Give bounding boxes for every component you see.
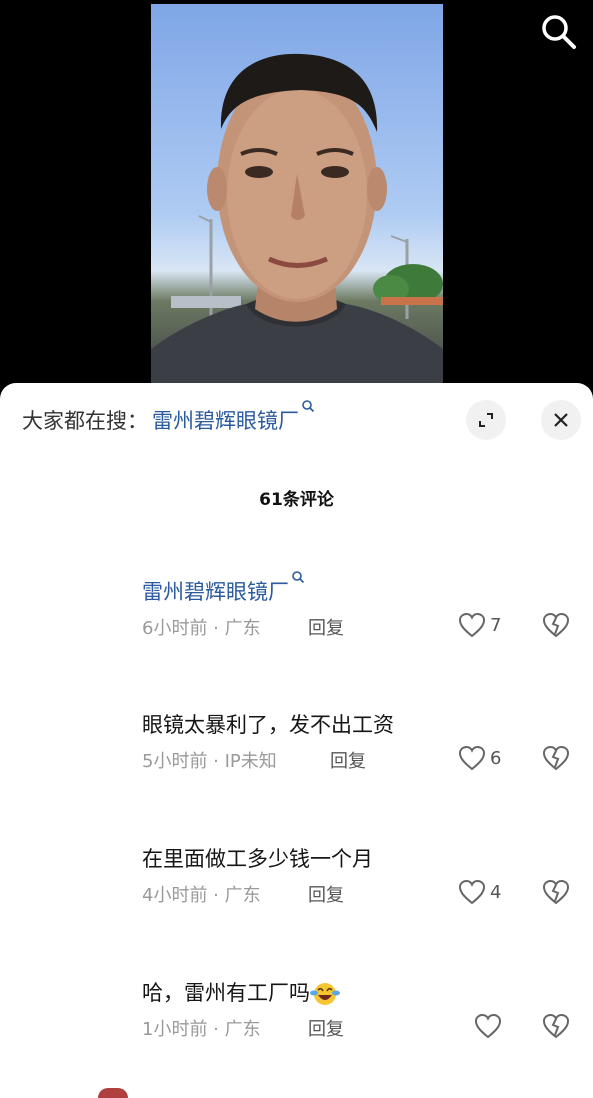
- video-player[interactable]: [0, 0, 593, 385]
- broken-heart-icon: [542, 612, 570, 638]
- search-icon: [542, 15, 576, 49]
- search-button[interactable]: [539, 12, 579, 52]
- broken-heart-icon: [542, 1013, 570, 1039]
- heart-icon: [458, 879, 486, 905]
- comment-text: 在里面做工多少钱一个月: [142, 847, 373, 871]
- dislike-button[interactable]: [542, 745, 570, 775]
- like-button[interactable]: 6: [458, 745, 501, 771]
- expand-icon: [479, 413, 493, 427]
- comment-item: 哈，雷州有工厂吗 1小时前 · 广东 回复: [0, 977, 593, 1087]
- search-icon: [292, 571, 305, 584]
- broken-heart-icon: [542, 745, 570, 771]
- hot-search-bar: 大家都在搜： 雷州碧辉眼镜厂: [22, 400, 315, 435]
- comment-text-content: 雷州碧辉眼镜厂: [142, 580, 289, 604]
- laughing-crying-emoji: [310, 983, 340, 1005]
- close-button[interactable]: [541, 400, 581, 440]
- video-frame[interactable]: [151, 4, 443, 385]
- reply-button[interactable]: 回复: [308, 1015, 344, 1041]
- like-count: 6: [490, 747, 502, 769]
- heart-icon: [458, 745, 486, 771]
- hot-search-keyword-text: 雷州碧辉眼镜厂: [152, 409, 299, 433]
- comment-text[interactable]: 雷州碧辉眼镜厂: [142, 571, 305, 606]
- comment-item: 眼镜太暴利了，发不出工资 5小时前 · IP未知 回复 6: [0, 709, 593, 819]
- heart-icon: [458, 612, 486, 638]
- like-button[interactable]: 4: [458, 879, 501, 905]
- dislike-button[interactable]: [542, 1013, 570, 1043]
- comment-meta: 1小时前 · 广东: [142, 1019, 261, 1040]
- hot-search-prefix: 大家都在搜：: [22, 409, 148, 433]
- expand-button[interactable]: [466, 400, 506, 440]
- comment-text-content: 哈，雷州有工厂吗: [142, 981, 310, 1005]
- search-icon: [302, 400, 315, 413]
- like-count: 7: [490, 614, 502, 636]
- hot-search-keyword[interactable]: 雷州碧辉眼镜厂: [152, 400, 315, 435]
- like-button[interactable]: 7: [458, 612, 501, 638]
- comment-text: 眼镜太暴利了，发不出工资: [142, 713, 394, 737]
- dislike-button[interactable]: [542, 612, 570, 642]
- avatar[interactable]: [98, 1088, 128, 1098]
- person-video-image: [151, 53, 443, 385]
- reply-button[interactable]: 回复: [308, 881, 344, 907]
- comment-meta: 6小时前 · 广东: [142, 618, 261, 639]
- comment-text: 哈，雷州有工厂吗: [142, 977, 340, 1007]
- like-button[interactable]: [474, 1013, 506, 1039]
- comment-item: 在里面做工多少钱一个月 4小时前 · 广东 回复 4: [0, 843, 593, 953]
- reply-button[interactable]: 回复: [308, 614, 344, 640]
- dislike-button[interactable]: [542, 879, 570, 909]
- comment-meta: 4小时前 · 广东: [142, 885, 261, 906]
- comment-meta: 5小时前 · IP未知: [142, 751, 277, 772]
- comments-count: 61条评论: [259, 490, 334, 510]
- reply-button[interactable]: 回复: [330, 747, 366, 773]
- comment-item: 雷州碧辉眼镜厂 6小时前 · 广东 回复 7: [0, 571, 593, 686]
- heart-icon: [474, 1013, 502, 1039]
- like-count: 4: [490, 881, 502, 903]
- broken-heart-icon: [542, 879, 570, 905]
- comment-sheet: 大家都在搜： 雷州碧辉眼镜厂 61条评论 雷州碧辉眼镜厂 6小时前 · 广东 回…: [0, 383, 593, 1098]
- close-icon: [554, 413, 568, 427]
